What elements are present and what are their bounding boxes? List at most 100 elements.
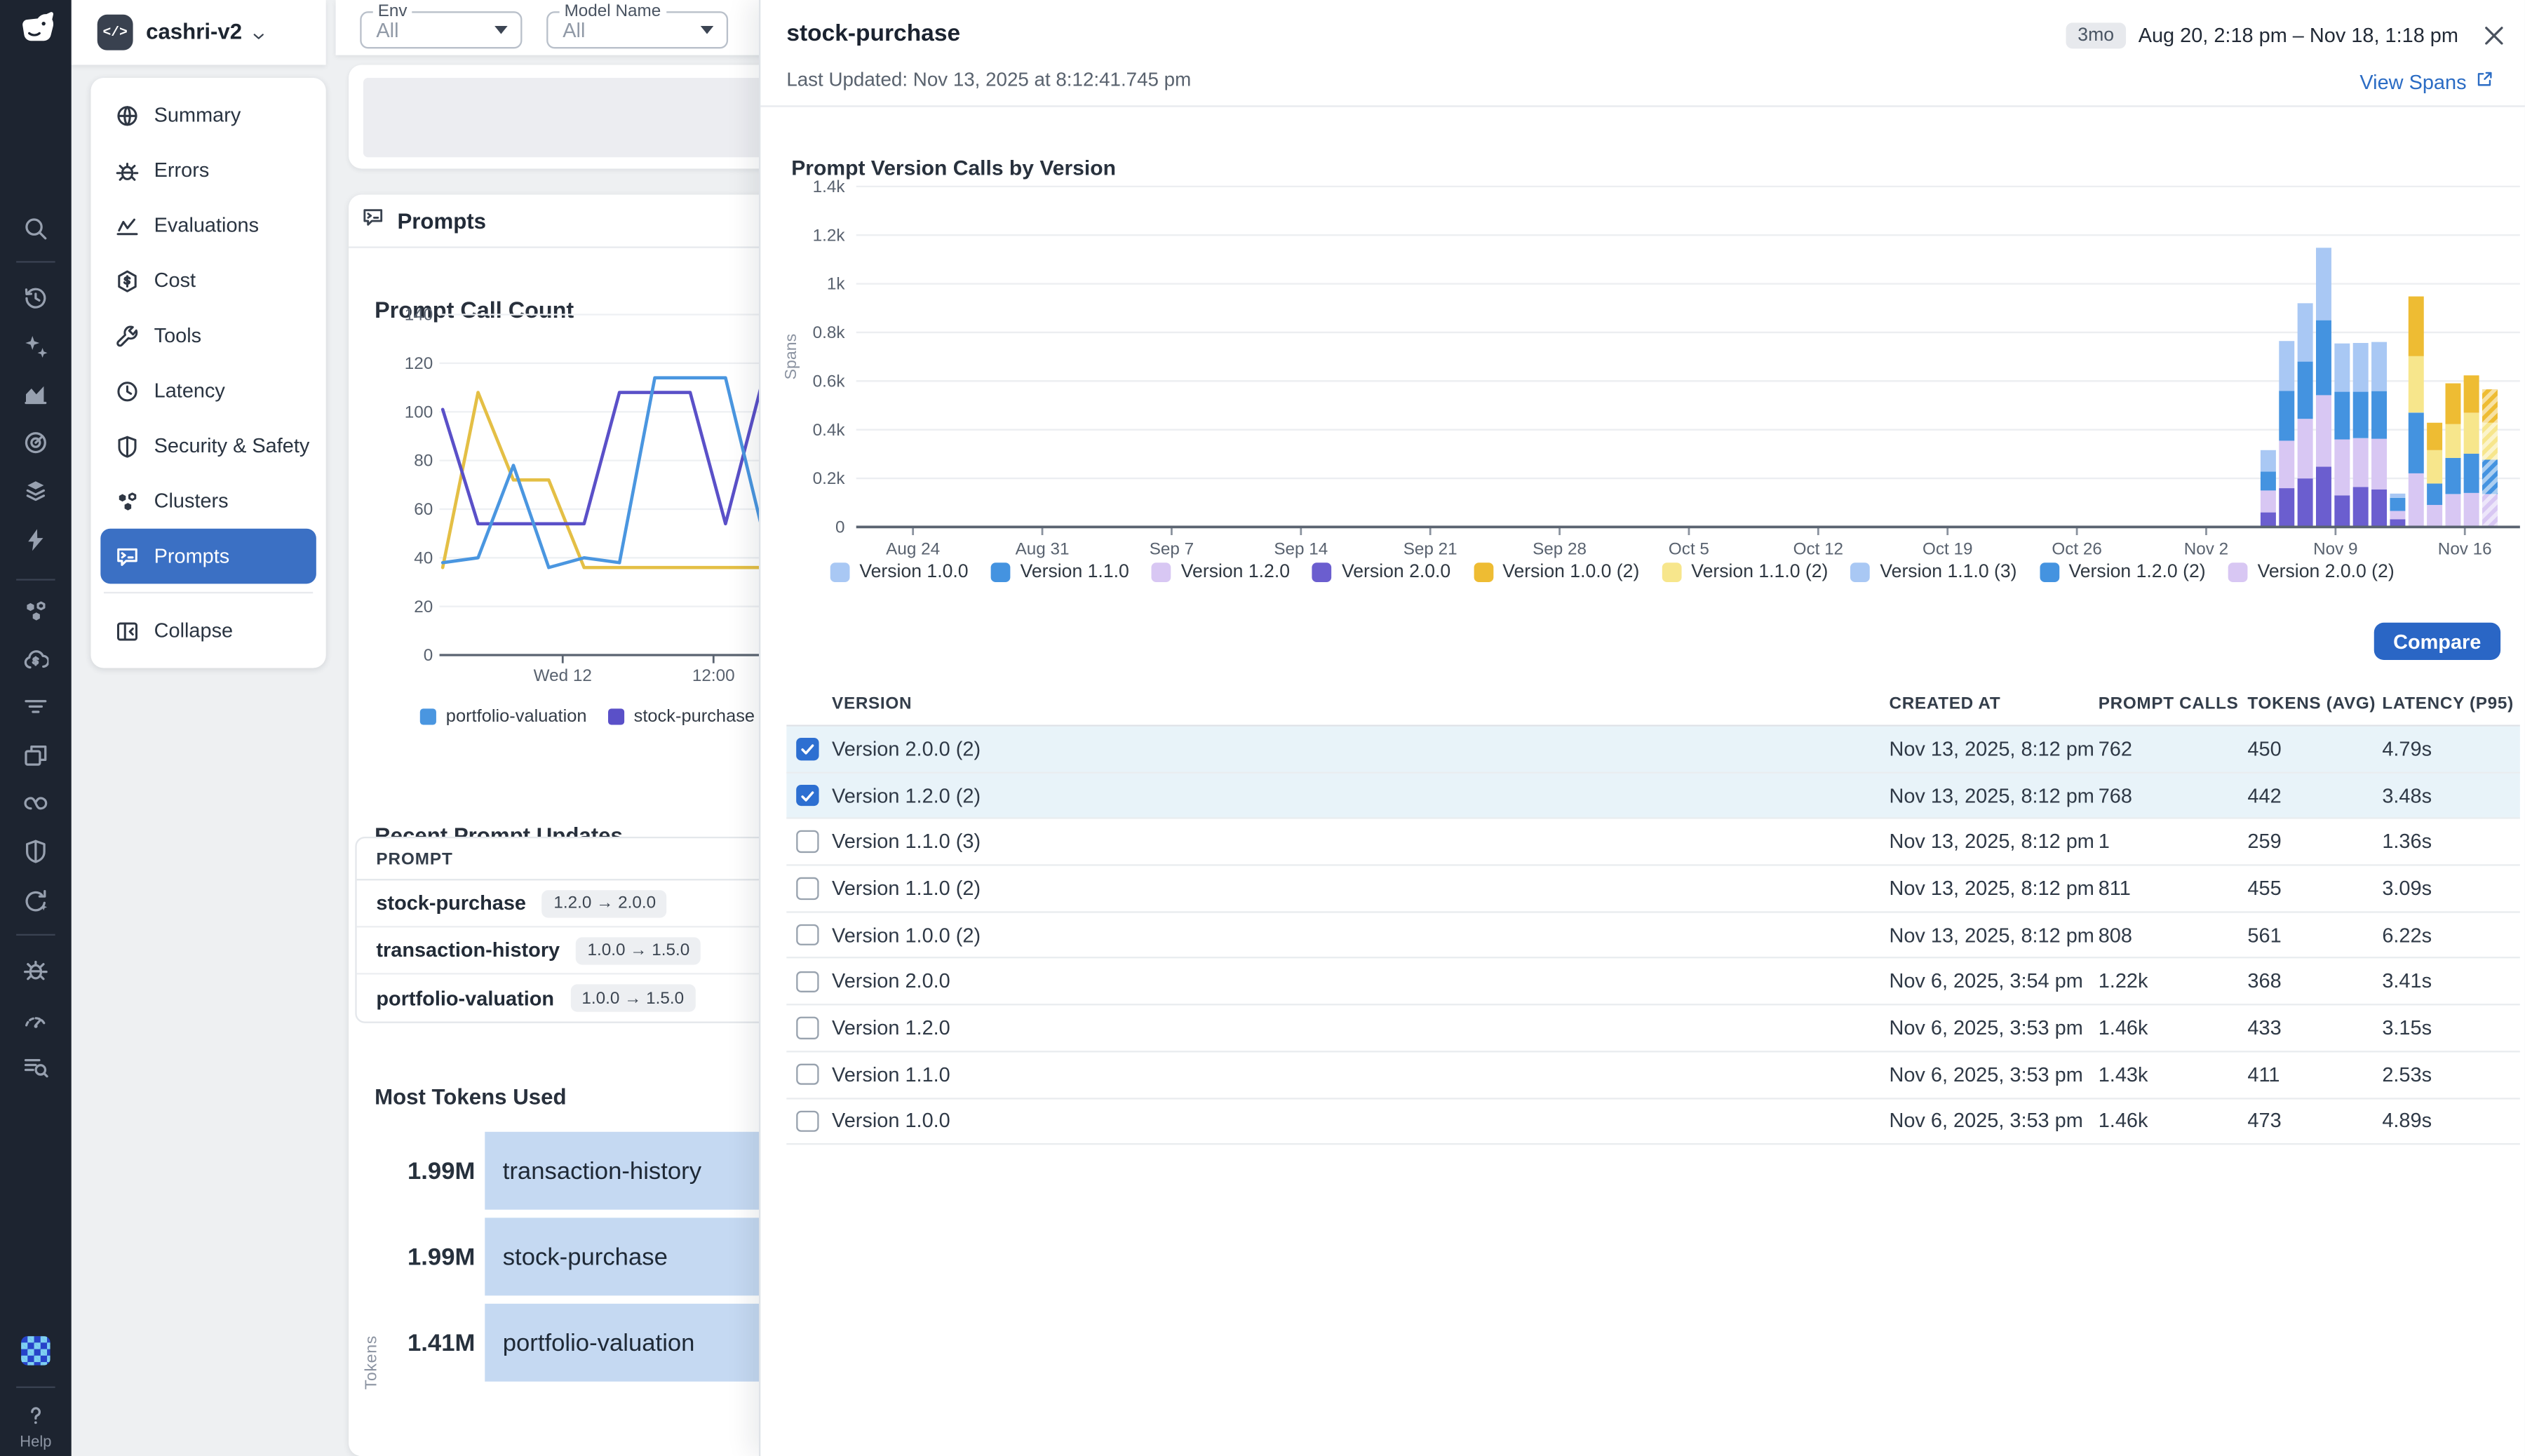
version-row-version-1-0-0-2[interactable]: Version 1.0.0 (2)Nov 13, 2025, 8:12 pm80… bbox=[786, 912, 2520, 959]
bar-segment[interactable]: Nov 9 Version 1.2.0: 294 bbox=[2316, 395, 2331, 466]
column-header-version[interactable]: VERSION bbox=[832, 694, 1889, 714]
bar-segment[interactable]: Nov 11 Version 1.0.0: 201 bbox=[2353, 343, 2369, 392]
version-checkbox[interactable] bbox=[796, 785, 818, 807]
bar-segment[interactable]: Nov 8 Version 2.0.0: 200 bbox=[2298, 478, 2313, 527]
rail-area-chart-button[interactable] bbox=[22, 381, 48, 407]
rail-refresh-sparkle-button[interactable] bbox=[22, 889, 48, 915]
bar-segment[interactable]: Nov 6 Version 2.0.0: 60 bbox=[2261, 513, 2276, 527]
bar-segment[interactable]: Nov 14 Version 1.1.0 (2): 233 bbox=[2409, 356, 2424, 412]
legend-item-version-1-2-0-2[interactable]: Version 1.2.0 (2) bbox=[2040, 562, 2206, 582]
version-checkbox[interactable] bbox=[796, 1110, 818, 1132]
legend-item-version-1-1-0-3[interactable]: Version 1.1.0 (3) bbox=[1851, 562, 2017, 582]
version-row-version-2-0-0-2[interactable]: Version 2.0.0 (2)Nov 13, 2025, 8:12 pm76… bbox=[786, 727, 2520, 773]
rail-windows-button[interactable] bbox=[22, 743, 48, 769]
bar-segment[interactable]: Nov 16 Version 1.1.0 (2): 140 bbox=[2445, 424, 2460, 458]
version-row-version-1-2-0-2[interactable]: Version 1.2.0 (2)Nov 13, 2025, 8:12 pm76… bbox=[786, 773, 2520, 819]
bar-segment[interactable]: Nov 13 Version 1.2.0: 34 bbox=[2390, 511, 2405, 520]
legend-item-version-1-1-0-2[interactable]: Version 1.1.0 (2) bbox=[1662, 562, 1829, 582]
version-row-version-1-2-0[interactable]: Version 1.2.0Nov 6, 2025, 3:53 pm1.46k43… bbox=[786, 1006, 2520, 1052]
legend-item-version-1-2-0[interactable]: Version 1.2.0 bbox=[1152, 562, 1290, 582]
bar-segment[interactable]: Nov 10 Version 2.0.0: 130 bbox=[2334, 495, 2350, 527]
version-row-version-1-1-0-3[interactable]: Version 1.1.0 (3)Nov 13, 2025, 8:12 pm12… bbox=[786, 819, 2520, 865]
version-checkbox[interactable] bbox=[796, 1017, 818, 1039]
bar-segment[interactable]: Nov 11 Version 1.1.0: 191 bbox=[2353, 392, 2369, 438]
rail-bolt-button[interactable] bbox=[22, 527, 48, 553]
version-checkbox[interactable] bbox=[796, 971, 818, 992]
bar-segment[interactable]: Nov 6 Version 1.0.0: 88 bbox=[2261, 450, 2276, 472]
bar-segment[interactable]: Nov 14 Version 1.2.0 (2): 249 bbox=[2409, 412, 2424, 473]
bar-segment[interactable]: Nov 9 Version 1.1.0: 308 bbox=[2316, 321, 2331, 396]
bar-segment[interactable]: Nov 7 Version 1.0.0: 205 bbox=[2279, 341, 2294, 391]
bar-segment[interactable]: Nov 15 Version 1.0.0 (2): 113 bbox=[2427, 423, 2442, 450]
sidebar-item-latency[interactable]: Latency bbox=[100, 363, 316, 419]
bar-segment[interactable]: Nov 10 Version 1.1.0: 196 bbox=[2334, 392, 2350, 440]
legend-item-version-1-0-0-2[interactable]: Version 1.0.0 (2) bbox=[1474, 562, 1640, 582]
legend-item-version-2-0-0[interactable]: Version 2.0.0 bbox=[1312, 562, 1450, 582]
bar-segment[interactable]: Nov 13 Version 1.0.0: 17 bbox=[2390, 494, 2405, 498]
bar-segment[interactable]: Nov 6 Version 1.2.0: 90 bbox=[2261, 490, 2276, 512]
close-drawer-button[interactable] bbox=[2481, 22, 2507, 48]
model-name-select[interactable]: Model Name All bbox=[546, 11, 728, 48]
bar-segment[interactable]: Nov 6 Version 1.1.0: 78 bbox=[2261, 471, 2276, 490]
column-header-tokens-avg[interactable]: TOKENS (AVG) bbox=[2247, 694, 2382, 714]
sidebar-item-evaluations[interactable]: Evaluations bbox=[100, 198, 316, 253]
bar-segment[interactable]: Nov 9 Version 1.0.0: 298 bbox=[2316, 248, 2331, 320]
bar-segment[interactable]: Nov 8 Version 1.0.0: 240 bbox=[2298, 303, 2313, 361]
bar-segment[interactable]: Nov 17 Version 1.0.0 (2): 154 bbox=[2464, 375, 2479, 412]
sidebar-item-tools[interactable]: Tools bbox=[100, 308, 316, 363]
rail-gauge-button[interactable] bbox=[22, 1007, 48, 1033]
sidebar-item-security-safety[interactable]: Security & Safety bbox=[100, 418, 316, 473]
version-row-version-1-1-0-2[interactable]: Version 1.1.0 (2)Nov 13, 2025, 8:12 pm81… bbox=[786, 866, 2520, 912]
bar-segment[interactable]: Nov 15 Version 2.0.0 (2): 91 bbox=[2427, 505, 2442, 527]
bar-segment[interactable]: Nov 7 Version 2.0.0: 160 bbox=[2279, 488, 2294, 527]
bar-segment[interactable]: Nov 11 Version 2.0.0: 165 bbox=[2353, 487, 2369, 527]
bar-segment[interactable]: Nov 10 Version 1.0.0: 199 bbox=[2334, 344, 2350, 392]
bar-segment[interactable]: Nov 16 Version 1.2.0 (2): 149 bbox=[2445, 458, 2460, 494]
bar-segment[interactable]: Nov 10 Version 1.2.0: 230 bbox=[2334, 440, 2350, 496]
help-icon[interactable] bbox=[22, 1403, 48, 1429]
bar-segment[interactable]: Nov 15 Version 1.2.0 (2): 88 bbox=[2427, 483, 2442, 505]
legend-item-portfolio-valuation[interactable]: portfolio-valuation bbox=[420, 707, 587, 727]
bar-segment[interactable]: Nov 12 Version 1.1.0: 196 bbox=[2371, 391, 2387, 439]
legend-item-version-1-0-0[interactable]: Version 1.0.0 bbox=[830, 562, 969, 582]
sidebar-item-errors[interactable]: Errors bbox=[100, 142, 316, 198]
bar-segment[interactable]: Nov 9 Version 2.0.0: 248 bbox=[2316, 466, 2331, 527]
version-checkbox[interactable] bbox=[796, 831, 818, 853]
bar-segment[interactable]: Nov 8 Version 1.2.0: 245 bbox=[2298, 419, 2313, 478]
bar-segment[interactable]: Nov 14 Version 2.0.0 (2): 221 bbox=[2409, 473, 2424, 527]
rail-search-list-button[interactable] bbox=[22, 1054, 48, 1080]
rail-shield-button[interactable] bbox=[22, 838, 48, 864]
sidebar-item-summary[interactable]: Summary bbox=[100, 88, 316, 143]
workspace-name[interactable]: cashri-v2 bbox=[146, 20, 242, 44]
rail-clusters-button[interactable] bbox=[22, 598, 48, 624]
datadog-logo[interactable] bbox=[13, 8, 58, 54]
user-avatar[interactable] bbox=[21, 1336, 50, 1366]
column-header-created-at[interactable]: CREATED AT bbox=[1889, 694, 2098, 714]
legend-item-version-2-0-0-2[interactable]: Version 2.0.0 (2) bbox=[2228, 562, 2395, 582]
bar-segment[interactable]: Nov 7 Version 1.2.0: 195 bbox=[2279, 440, 2294, 488]
time-range-badge[interactable]: 3mo bbox=[2066, 22, 2125, 48]
bar-segment[interactable]: Nov 16 Version 1.0.0 (2): 167 bbox=[2445, 384, 2460, 424]
legend-item-stock-purchase[interactable]: stock-purchase bbox=[608, 707, 755, 727]
sidebar-item-prompts[interactable]: Prompts bbox=[100, 529, 316, 584]
version-row-version-1-1-0[interactable]: Version 1.1.0Nov 6, 2025, 3:53 pm1.43k41… bbox=[786, 1052, 2520, 1098]
version-checkbox[interactable] bbox=[796, 877, 818, 899]
version-checkbox[interactable] bbox=[796, 738, 818, 760]
sidebar-item-cost[interactable]: Cost bbox=[100, 253, 316, 309]
bar-segment[interactable]: Nov 17 Version 1.2.0 (2): 162 bbox=[2464, 454, 2479, 493]
legend-item-version-1-1-0[interactable]: Version 1.1.0 bbox=[991, 562, 1129, 582]
chevron-down-icon[interactable] bbox=[250, 25, 267, 42]
rail-cloud-cost-button[interactable] bbox=[22, 647, 48, 673]
rail-radar-button[interactable] bbox=[22, 430, 48, 456]
bar-segment[interactable]: Nov 7 Version 1.1.0: 205 bbox=[2279, 391, 2294, 440]
rail-history-button[interactable] bbox=[22, 285, 48, 311]
bar-segment[interactable]: Nov 16 Version 2.0.0 (2): 135 bbox=[2445, 494, 2460, 527]
rail-filter-lines-button[interactable] bbox=[22, 694, 48, 720]
bar-segment[interactable]: Nov 13 Version 1.1.0: 54 bbox=[2390, 498, 2405, 511]
sidebar-item-collapse[interactable]: Collapse bbox=[100, 603, 316, 659]
version-row-version-2-0-0[interactable]: Version 2.0.0Nov 6, 2025, 3:54 pm1.22k36… bbox=[786, 959, 2520, 1005]
view-spans-link[interactable]: View Spans bbox=[2359, 69, 2493, 94]
version-checkbox[interactable] bbox=[796, 924, 818, 945]
env-select[interactable]: Env All bbox=[360, 11, 522, 48]
bar-segment[interactable]: Nov 12 Version 2.0.0: 155 bbox=[2371, 490, 2387, 527]
